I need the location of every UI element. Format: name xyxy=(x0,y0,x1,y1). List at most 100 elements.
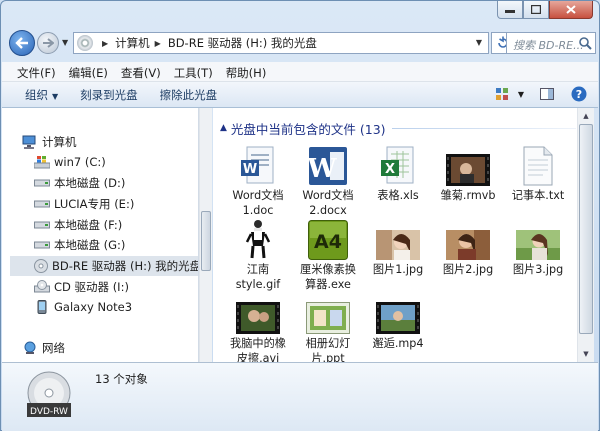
preview-pane-button[interactable] xyxy=(538,86,556,102)
menu-tools[interactable]: 工具(T) xyxy=(171,62,218,81)
scroll-down-button[interactable]: ▼ xyxy=(578,346,594,362)
preview-pane-icon xyxy=(540,88,554,100)
menu-view[interactable]: 查看(V) xyxy=(118,62,166,81)
maximize-button[interactable] xyxy=(523,1,549,19)
tree-drive-c[interactable]: win7 (C:) xyxy=(34,152,106,172)
file-item[interactable]: X 表格.xls xyxy=(365,144,431,203)
minimize-button[interactable] xyxy=(497,1,523,19)
svg-text:W: W xyxy=(243,162,257,177)
windows-drive-icon xyxy=(34,155,50,169)
network-icon xyxy=(22,341,38,355)
help-icon: ? xyxy=(571,86,587,102)
svg-text:X: X xyxy=(385,162,395,177)
menu-help[interactable]: 帮助(H) xyxy=(223,62,272,81)
svg-text:W: W xyxy=(308,154,337,184)
file-name-line: 记事本.txt xyxy=(511,189,565,202)
text-file-icon xyxy=(515,144,561,186)
tree-drive-i[interactable]: CD 驱动器 (I:) xyxy=(34,277,129,297)
file-item[interactable]: A4 厘米像素换 算器.exe xyxy=(295,218,361,292)
close-button[interactable] xyxy=(549,1,593,19)
svg-text:A4: A4 xyxy=(314,231,342,253)
tree-drive-d[interactable]: 本地磁盘 (D:) xyxy=(34,173,125,193)
file-name-line: 算器.exe xyxy=(305,278,351,291)
address-bar[interactable]: ▶ 计算机 ▶ BD-RE 驱动器 (H:) 我的光盘 ▼ xyxy=(73,32,489,54)
tree-network[interactable]: 网络 xyxy=(22,338,65,358)
group-header[interactable]: ▲ 光盘中当前包含的文件 (13) xyxy=(216,117,576,139)
tree-item-label: CD 驱动器 (I:) xyxy=(54,280,129,294)
file-name-line: 皮擦.avi xyxy=(236,352,280,362)
group-divider xyxy=(391,127,576,129)
breadcrumb-arrow-icon[interactable]: ▶ xyxy=(155,39,161,48)
tree-item-label: 本地磁盘 (G:) xyxy=(54,238,126,252)
organize-label: 组织 xyxy=(25,87,48,102)
search-placeholder: 搜索 BD-RE... xyxy=(513,39,584,52)
breadcrumb-arrow-icon[interactable]: ▶ xyxy=(102,39,108,48)
group-title: 光盘中当前包含的文件 (13) xyxy=(230,121,386,137)
hard-drive-icon xyxy=(34,176,50,190)
tree-item-label: BD-RE 驱动器 (H:) 我的光盘 xyxy=(52,259,199,273)
file-item[interactable]: 记事本.txt xyxy=(505,144,571,203)
file-item[interactable]: 图片1.jpg xyxy=(365,218,431,277)
back-button[interactable] xyxy=(9,30,35,56)
scrollbar-thumb[interactable] xyxy=(579,124,593,334)
file-name-line: 我脑中的橡 xyxy=(230,337,286,350)
phone-icon xyxy=(34,300,50,314)
search-icon[interactable] xyxy=(578,36,592,50)
organize-button[interactable]: 组织 ▼ xyxy=(25,87,58,103)
address-dropdown[interactable]: ▼ xyxy=(476,38,482,47)
navigation-scrollbar[interactable] xyxy=(199,108,212,362)
word-docx-icon: W xyxy=(305,144,351,186)
tree-network-label: 网络 xyxy=(42,341,65,355)
menu-edit[interactable]: 编辑(E) xyxy=(66,62,113,81)
disc-label: DVD-RW xyxy=(30,407,68,417)
tree-drive-e[interactable]: LUCIA专用 (E:) xyxy=(34,194,134,214)
file-item[interactable]: 相册幻灯 片.ppt xyxy=(295,292,361,362)
scroll-up-button[interactable]: ▲ xyxy=(578,108,594,124)
tree-computer[interactable]: 计算机 xyxy=(22,132,77,152)
file-item[interactable]: 邂逅.mp4 xyxy=(365,292,431,351)
view-dropdown[interactable]: ▼ xyxy=(518,90,524,99)
content-scrollbar[interactable]: ▲ ▼ xyxy=(577,108,594,362)
menu-file[interactable]: 文件(F) xyxy=(14,62,61,81)
cd-drive-icon xyxy=(34,280,50,294)
file-item[interactable]: 图片2.jpg xyxy=(435,218,501,277)
file-item[interactable]: W Word文档 1.doc xyxy=(225,144,291,218)
scrollbar-thumb[interactable] xyxy=(201,211,211,271)
recent-pages-dropdown[interactable]: ▼ xyxy=(62,38,68,47)
breadcrumb-current[interactable]: BD-RE 驱动器 (H:) 我的光盘 xyxy=(168,35,317,51)
view-controls: ▼ ? xyxy=(494,86,588,102)
optical-disc-icon xyxy=(34,259,48,273)
back-arrow-icon xyxy=(15,37,28,49)
tree-computer-label: 计算机 xyxy=(42,135,77,149)
file-item[interactable]: 江南 style.gif xyxy=(225,218,291,292)
file-name-line: Word文档 xyxy=(302,189,354,202)
file-name-line: 2.docx xyxy=(309,204,347,217)
word-doc-icon: W xyxy=(235,144,281,186)
breadcrumb-computer[interactable]: 计算机 xyxy=(115,35,150,51)
photo-thumbnail-icon xyxy=(445,218,491,260)
chevron-up-icon[interactable]: ▲ xyxy=(220,123,227,133)
file-name-line: 相册幻灯 xyxy=(305,337,351,350)
video-thumbnail-icon xyxy=(235,292,281,334)
tree-galaxy-note3[interactable]: Galaxy Note3 xyxy=(34,297,132,317)
change-view-button[interactable] xyxy=(494,86,512,102)
tree-drive-h[interactable]: BD-RE 驱动器 (H:) 我的光盘 xyxy=(10,256,199,276)
photo-thumbnail-icon xyxy=(515,218,561,260)
help-button[interactable]: ? xyxy=(570,86,588,102)
file-item[interactable]: 雏菊.rmvb xyxy=(435,144,501,203)
file-item[interactable]: 我脑中的橡 皮擦.avi xyxy=(225,292,291,362)
maximize-icon xyxy=(531,5,541,14)
erase-disc-button[interactable]: 擦除此光盘 xyxy=(160,87,218,103)
burn-to-disc-button[interactable]: 刻录到光盘 xyxy=(80,87,138,103)
video-thumbnail-icon xyxy=(375,292,421,334)
forward-button[interactable] xyxy=(37,32,59,54)
minimize-icon xyxy=(505,9,515,13)
file-name-line: 邂逅.mp4 xyxy=(372,337,424,350)
search-input[interactable]: 搜索 BD-RE... xyxy=(506,32,596,54)
computer-icon xyxy=(22,135,38,149)
file-name-line: 厘米像素换 xyxy=(300,263,356,276)
tree-drive-f[interactable]: 本地磁盘 (F:) xyxy=(34,215,122,235)
file-item[interactable]: W Word文档 2.docx xyxy=(295,144,361,218)
file-item[interactable]: 图片3.jpg xyxy=(505,218,571,277)
tree-drive-g[interactable]: 本地磁盘 (G:) xyxy=(34,235,125,255)
